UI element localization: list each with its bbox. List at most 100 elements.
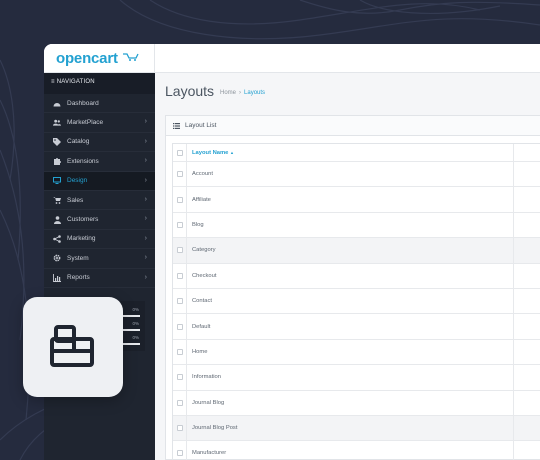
sidebar-item-label: Catalog (67, 138, 90, 146)
progress-percent: 0% (132, 307, 139, 312)
row-checkbox[interactable] (177, 374, 183, 381)
row-select-cell (173, 162, 187, 187)
sidebar-item-reports[interactable]: Reports › (44, 269, 155, 288)
breadcrumb-home[interactable]: Home (220, 90, 236, 96)
row-checkbox[interactable] (177, 171, 183, 178)
column-divider (513, 187, 514, 212)
table-row: Checkout (173, 263, 540, 289)
sidebar-item-label: Dashboard (67, 99, 99, 107)
logo-area[interactable]: opencart (44, 44, 155, 73)
layout-name-cell: Journal Blog (192, 399, 225, 406)
table-row: Affiliate (173, 187, 540, 213)
dashboard-icon (53, 99, 61, 107)
column-divider (513, 390, 514, 415)
table-row: Account (173, 162, 540, 188)
row-checkbox[interactable] (177, 298, 183, 305)
sidebar-item-design[interactable]: Design › (44, 171, 155, 191)
layout-name-cell: Account (192, 171, 213, 178)
sidebar: ≡ NAVIGATION Dashboard MarketPlace › Cata… (44, 73, 155, 460)
row-checkbox[interactable] (177, 247, 183, 254)
breadcrumb-separator: › (239, 90, 242, 96)
column-divider (513, 339, 514, 365)
toolbox-badge (23, 297, 123, 397)
list-icon (173, 122, 180, 129)
row-checkbox[interactable] (177, 399, 183, 406)
chevron-right-icon: › (144, 118, 147, 126)
sidebar-item-system[interactable]: System › (44, 249, 155, 269)
sort-layout-name[interactable]: Layout Name ▲ (192, 150, 234, 156)
menu-icon: ≡ (51, 79, 55, 85)
sidebar-item-sales[interactable]: Sales › (44, 191, 155, 211)
row-checkbox[interactable] (177, 196, 183, 203)
row-select-cell (173, 314, 187, 339)
bar-chart-icon (53, 273, 61, 282)
row-select-cell (173, 288, 187, 314)
user-icon (53, 215, 61, 224)
opencart-logo: opencart (56, 50, 118, 67)
sort-ascending-icon: ▲ (230, 149, 234, 155)
layout-name-cell: Affiliate (192, 196, 211, 203)
sidebar-item-dashboard[interactable]: Dashboard (44, 94, 155, 114)
sidebar-item-label: Reports (67, 274, 90, 282)
users-icon (53, 119, 61, 127)
table-header-row: Layout Name ▲ (173, 144, 540, 162)
layout-list-panel: Layout List Layout Name ▲ Account Affili… (165, 115, 540, 460)
table-row: Category (173, 238, 540, 264)
chevron-right-icon: › (144, 273, 147, 281)
column-divider (513, 162, 514, 187)
row-checkbox[interactable] (177, 323, 183, 330)
column-divider (513, 415, 514, 441)
sidebar-item-label: Sales (67, 196, 84, 204)
row-checkbox[interactable] (177, 450, 183, 457)
layout-name-cell: Home (192, 348, 208, 355)
sidebar-item-customers[interactable]: Customers › (44, 210, 155, 230)
row-checkbox[interactable] (177, 425, 183, 432)
table-row: Home (173, 339, 540, 366)
share-icon (53, 235, 61, 243)
layout-name-cell: Contact (192, 298, 212, 305)
layout-name-cell: Manufacturer (192, 450, 227, 457)
row-select-cell (173, 212, 187, 238)
layout-name-cell: Category (192, 247, 216, 254)
sidebar-item-label: Marketing (67, 235, 96, 243)
layout-name-cell: Blog (192, 221, 204, 228)
table-row: Journal Blog Post (173, 415, 540, 442)
row-select-cell (173, 187, 187, 212)
monitor-icon (53, 177, 61, 185)
toolbox-icon (50, 325, 94, 367)
sidebar-item-extensions[interactable]: Extensions › (44, 152, 155, 172)
row-select-cell (173, 339, 187, 365)
chevron-right-icon: › (144, 215, 147, 223)
sidebar-item-catalog[interactable]: Catalog › (44, 133, 155, 153)
chevron-right-icon: › (144, 195, 147, 203)
layout-name-cell: Journal Blog Post (192, 425, 238, 432)
chevron-right-icon: › (144, 234, 147, 242)
row-select-cell (173, 390, 187, 415)
row-checkbox[interactable] (177, 272, 183, 279)
main-content: Layouts Home › Layouts Layout List Layout … (155, 73, 540, 460)
table-row: Contact (173, 288, 540, 315)
column-divider (513, 314, 514, 339)
cart-icon (53, 196, 61, 205)
navigation-heading[interactable]: ≡ NAVIGATION (44, 73, 155, 94)
row-checkbox[interactable] (177, 348, 183, 355)
select-all-checkbox[interactable] (177, 149, 183, 156)
sidebar-item-marketplace[interactable]: MarketPlace › (44, 113, 155, 133)
table-row: Information (173, 365, 540, 391)
table-row: Blog (173, 212, 540, 239)
layout-table: Layout Name ▲ Account Affiliate Blog Cat… (172, 143, 540, 460)
sidebar-item-label: System (67, 254, 89, 262)
column-divider (513, 238, 514, 263)
layout-name-cell: Checkout (192, 272, 217, 279)
table-row: Manufacturer (173, 441, 540, 460)
column-divider (513, 365, 514, 390)
chevron-right-icon: › (144, 157, 147, 165)
breadcrumb: Home › Layouts (220, 90, 265, 96)
breadcrumb-layouts[interactable]: Layouts (244, 90, 265, 96)
row-select-cell (173, 238, 187, 263)
select-all-cell (173, 144, 187, 161)
panel-heading: Layout List (166, 116, 540, 136)
row-checkbox[interactable] (177, 221, 183, 228)
progress-percent: 0% (132, 335, 139, 340)
sidebar-item-marketing[interactable]: Marketing › (44, 230, 155, 250)
